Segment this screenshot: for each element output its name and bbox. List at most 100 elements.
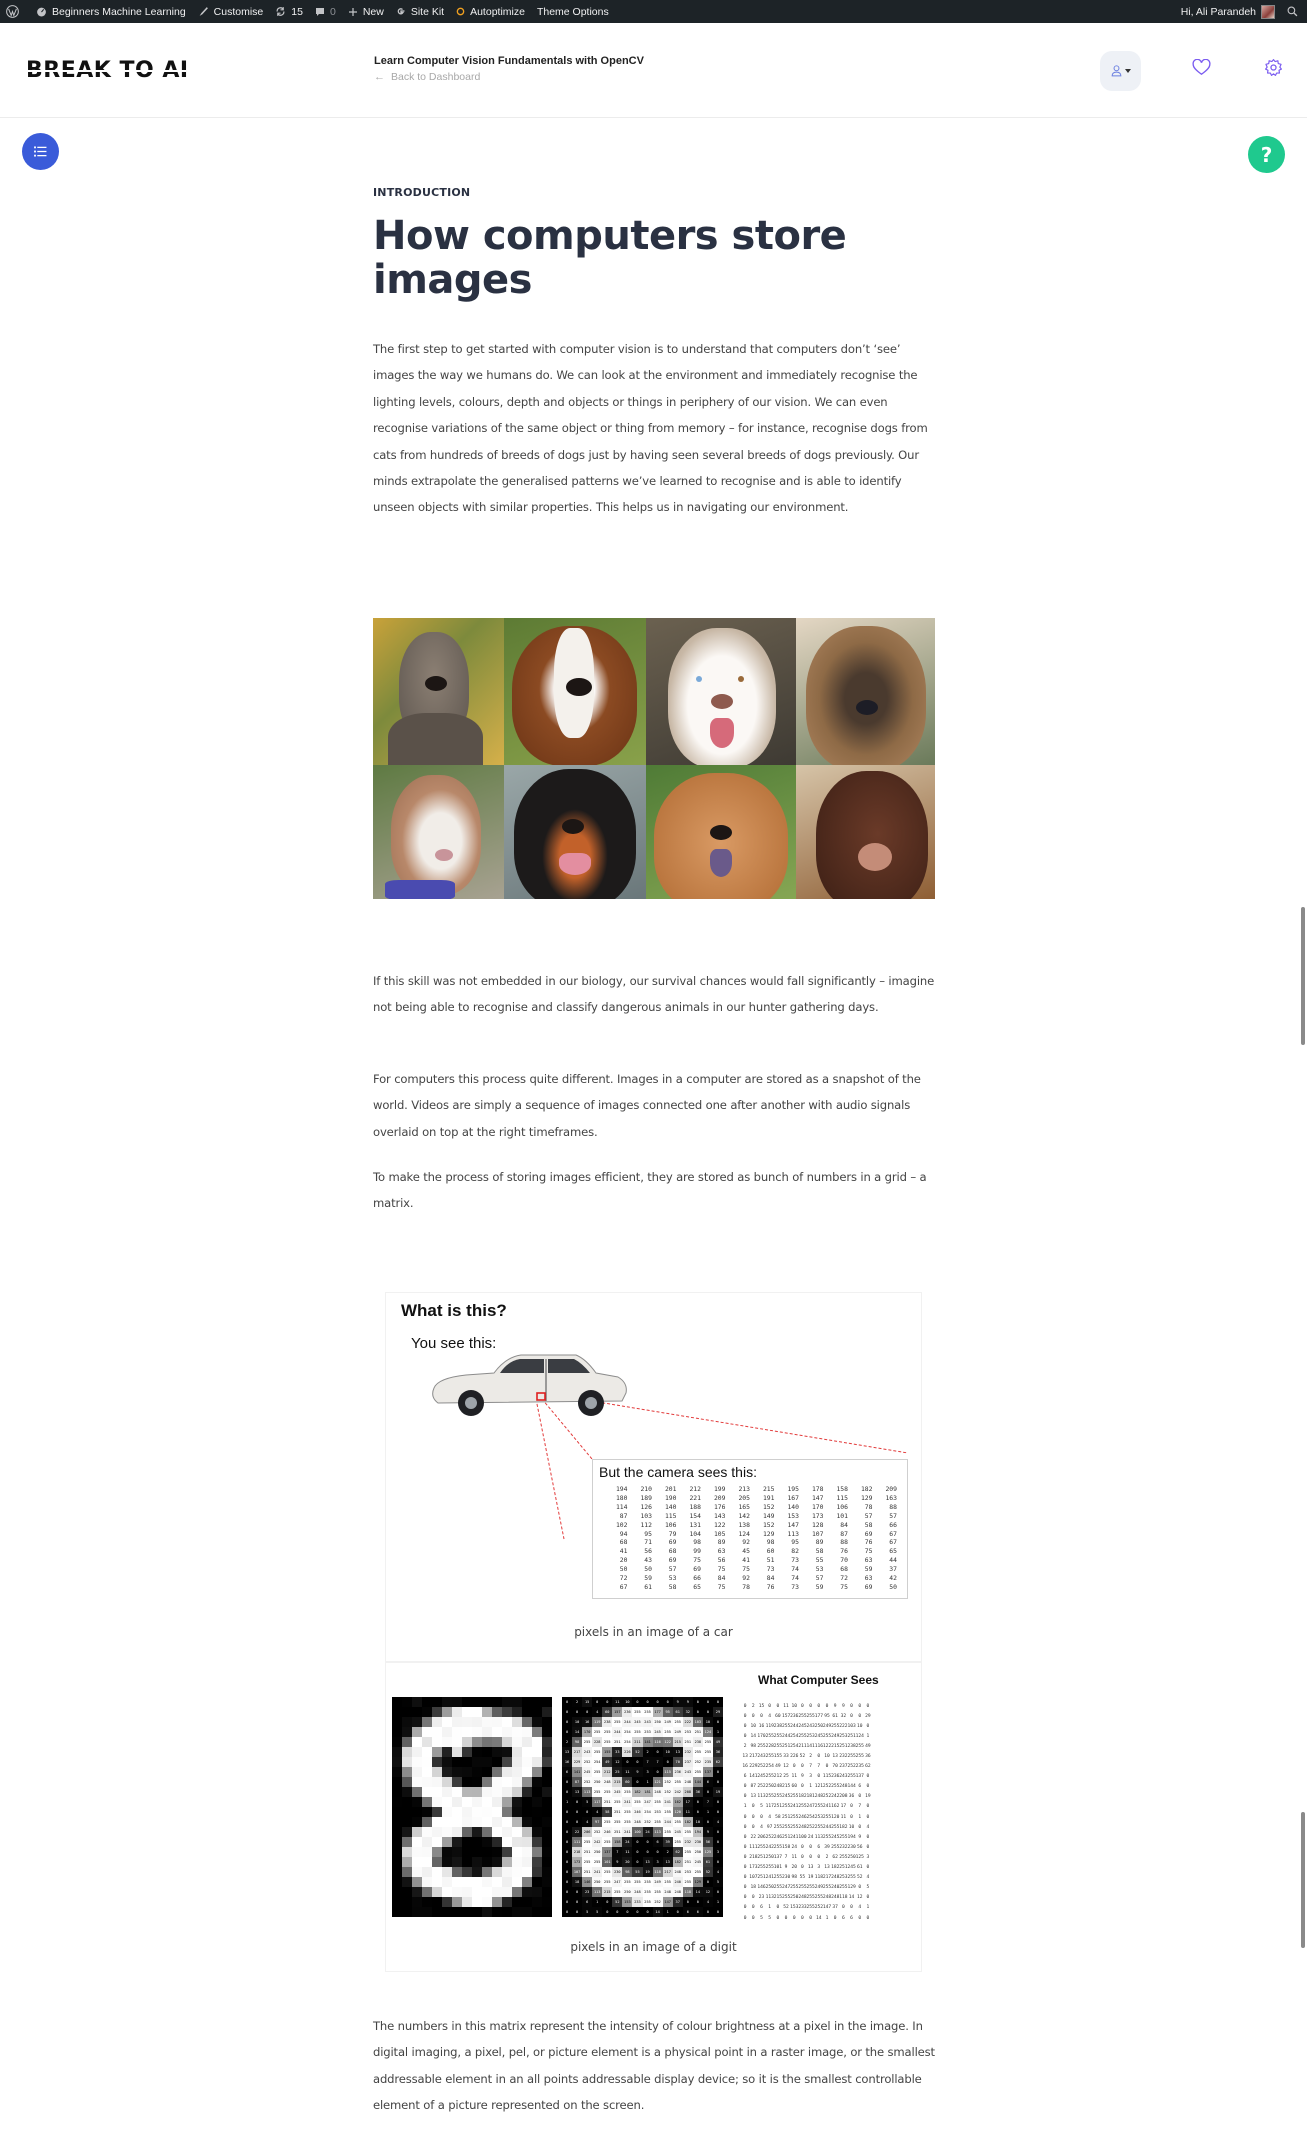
admin-bar-site[interactable]: Beginners Machine Learning [30,0,192,23]
scrollbar-thumb-secondary[interactable] [1301,1812,1305,1948]
matrix-cell: 94 [619,1529,628,1538]
pixel [542,1887,552,1897]
admin-bar-autoptimize[interactable]: Autoptimize [450,0,531,23]
pixel-labeled: 243 [682,1767,693,1777]
pixel-labeled: 9 [702,1827,713,1837]
matrix-cell: 212 [773,1774,783,1780]
matrix-cell: 73 [791,1556,799,1565]
matrix-cell: 72 [840,1574,848,1583]
pixel [402,1867,412,1877]
pixel-labeled: 255 [632,1797,643,1807]
matrix-cell: 228 [765,1743,774,1749]
pixel [492,1907,502,1917]
matrix-cell: 248 [831,1875,840,1881]
pixel-labeled: 0 [652,1767,663,1777]
matrix-cell: 255 [773,1794,783,1800]
admin-bar-new[interactable]: New [342,0,390,23]
pixel-labeled: 238 [602,1717,613,1727]
matrix-cell: 0 [850,1905,853,1911]
pixel [482,1717,492,1727]
pixel-labeled: 0 [712,1837,723,1847]
pixel-labeled: 107 [572,1867,583,1877]
matrix-cell: 255 [765,1733,774,1739]
admin-bar-wordpress[interactable] [0,0,30,23]
matrix-cell: 92 [742,1538,750,1547]
pixel [522,1767,532,1777]
matrix-cell: 113 [765,1895,774,1901]
matrix-cell: 226 [790,1754,799,1760]
matrix-cell: 44 [889,1556,897,1565]
pixel-labeled: 254 [622,1737,633,1747]
pixel [402,1777,412,1787]
pixel [482,1907,492,1917]
pixel [482,1767,492,1777]
matrix-cell: 162 [831,1804,840,1810]
matrix-cell: 67 [619,1582,628,1591]
pixel [412,1697,422,1707]
settings-button[interactable] [1264,58,1283,81]
matrix-cell: 249 [814,1885,823,1891]
pixel [492,1777,502,1787]
favourite-button[interactable] [1192,58,1211,80]
pixel-labeled: 14 [652,1907,663,1917]
pixel [512,1847,522,1857]
pixel-labeled: 153 [622,1897,633,1907]
admin-bar-updates[interactable]: 15 [269,0,309,23]
matrix-cell: 255 [822,1733,832,1739]
matrix-cell: 210 [640,1485,652,1493]
pixel-labeled: 248 [632,1887,643,1897]
matrix-row: 6 141 245 255 212 25 11 9 3 0 115 236 243 255 137 0 [741,1772,872,1782]
matrix-cell: 251 [781,1814,791,1820]
admin-bar-site-kit[interactable]: Site Kit [390,0,450,23]
pixel [412,1737,422,1747]
pixel [442,1887,452,1897]
matrix-cell: 12 [783,1764,789,1770]
pixel-labeled: 254 [592,1757,603,1767]
pixel [452,1817,462,1827]
matrix-row: 0 173 255 255 101 9 20 0 13 3 13 182 251 245 61 0 [741,1863,872,1873]
matrix-cell: 255 [798,1713,807,1719]
pixel [422,1707,432,1717]
pixel [432,1847,442,1857]
pixel [402,1757,412,1767]
pixel [462,1787,472,1797]
matrix-cell: 0 [776,1905,780,1911]
admin-bar-comments-count: 0 [329,5,336,18]
matrix-cell: 0 [809,1915,812,1921]
pixel-labeled: 247 [642,1797,653,1807]
pixel-labeled: 0 [702,1697,713,1707]
pixel-labeled: 0 [562,1887,573,1897]
user-menu-button[interactable] [1100,51,1141,91]
pixel [452,1717,462,1727]
pixel [502,1717,512,1727]
chevron-down-icon [1124,69,1131,73]
matrix-cell: 0 [768,1703,772,1709]
back-link-label: Back to Dashboard [391,71,481,83]
pixel-labeled: 0 [712,1797,723,1807]
matrix-cell: 53 [815,1565,824,1574]
pixel [482,1867,492,1877]
scrollbar-thumb[interactable] [1301,907,1305,1045]
pixel [542,1757,552,1767]
pixel [432,1787,442,1797]
admin-bar-customise[interactable]: Customise [192,0,270,23]
admin-bar-account[interactable]: Hi, Ali Parandeh [1175,0,1281,23]
matrix-cell: 88 [840,1538,848,1547]
admin-bar-theme-options[interactable]: Theme Options [531,0,615,23]
pixel [502,1737,512,1747]
admin-bar-search[interactable] [1281,0,1307,23]
matrix-cell: 221 [689,1493,701,1502]
pixel-labeled: 0 [562,1847,573,1857]
pixel-labeled: 255 [652,1817,663,1827]
matrix-cell: 4 [768,1713,772,1719]
pixel-labeled: 0 [712,1777,723,1787]
help-button[interactable]: ? [1248,136,1285,173]
matrix-cell: 117 [765,1804,774,1810]
matrix-cell: 0 [866,1844,870,1850]
back-to-dashboard-link[interactable]: ← Back to Dashboard [374,71,644,83]
pixel [492,1877,502,1887]
table-of-contents-button[interactable] [22,133,59,170]
pixel-labeled: 118 [682,1887,693,1897]
admin-bar-comments[interactable]: 0 [309,0,342,23]
pixel-labeled: 232 [682,1747,693,1757]
